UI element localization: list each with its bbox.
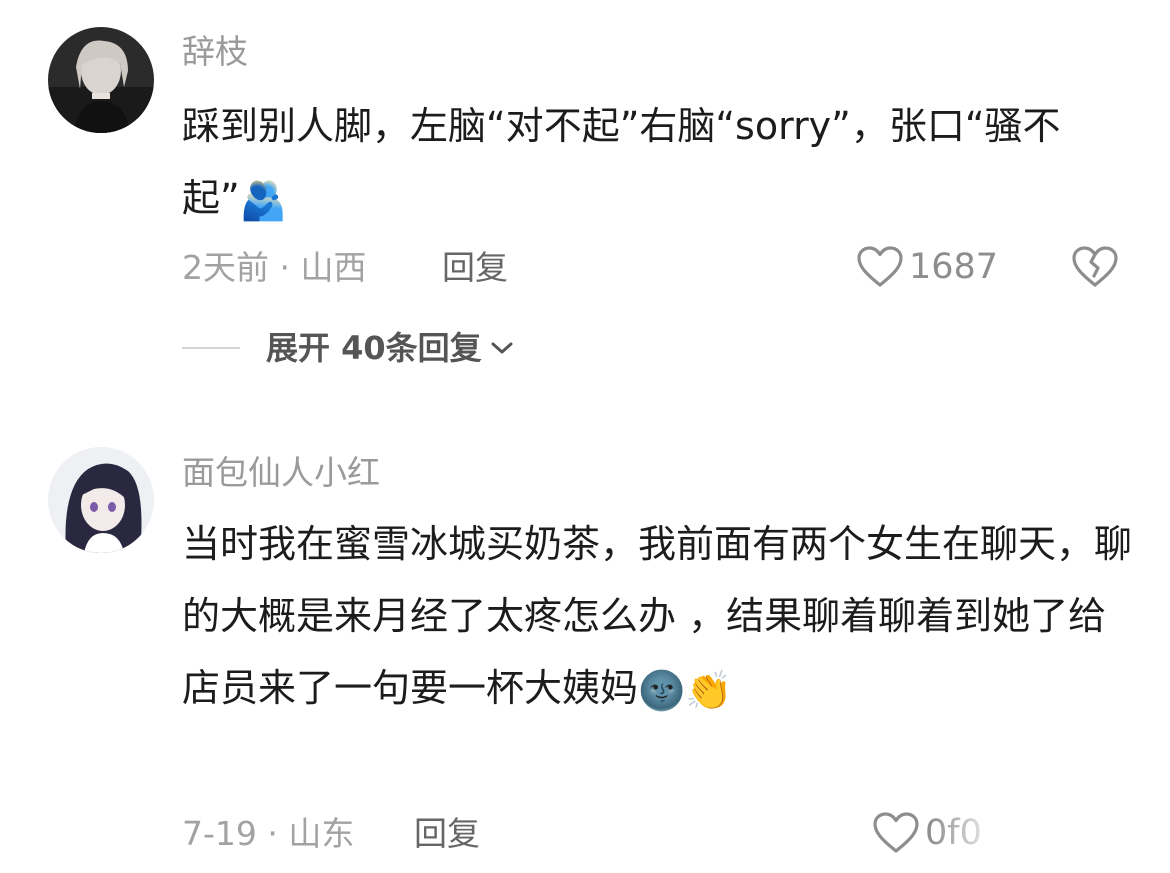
timestamp-location: 2天前 · 山西: [182, 248, 367, 287]
username[interactable]: 辞枝: [182, 32, 248, 72]
username[interactable]: 面包仙人小红: [182, 453, 380, 493]
watermark-overlay: [930, 805, 1170, 873]
expand-replies-label: 展开 40条回复: [266, 329, 482, 367]
comment-text: 当时我在蜜雪冰城买奶茶，我前面有两个女生在聊天，聊的大概是来月经了太疼怎么办 ，…: [182, 508, 1132, 727]
broken-heart-icon: [1072, 246, 1118, 287]
comment-list: 辞枝 踩到别人脚，左脑“对不起”右脑“sorry”，张口“骚不起”🫂 2天前 ·…: [0, 0, 1170, 873]
reply-button[interactable]: 回复: [414, 814, 480, 854]
divider: [182, 347, 240, 349]
clapping-hands-emoji: 👏: [685, 668, 733, 713]
heart-outline-icon: [873, 812, 919, 853]
like-count: 1687: [909, 247, 999, 287]
reply-button[interactable]: 回复: [442, 248, 508, 288]
heart-outline-icon: [857, 246, 903, 287]
comment-body-text: 踩到别人脚，左脑“对不起”右脑“sorry”，张口“骚不起”: [182, 104, 1061, 220]
like-button[interactable]: 1687: [857, 246, 998, 288]
moon-face-emoji: 🌚: [638, 668, 686, 713]
comment-text: 踩到别人脚，左脑“对不起”右脑“sorry”，张口“骚不起”🫂: [182, 90, 1132, 237]
expand-replies-button[interactable]: 展开 40条回复: [182, 328, 514, 368]
hug-emoji: 🫂: [239, 178, 288, 223]
chevron-down-icon: [491, 342, 513, 354]
avatar[interactable]: [48, 27, 154, 133]
avatar[interactable]: [48, 447, 154, 553]
dislike-button[interactable]: [1072, 246, 1118, 292]
timestamp-location: 7-19 · 山东: [182, 814, 355, 853]
